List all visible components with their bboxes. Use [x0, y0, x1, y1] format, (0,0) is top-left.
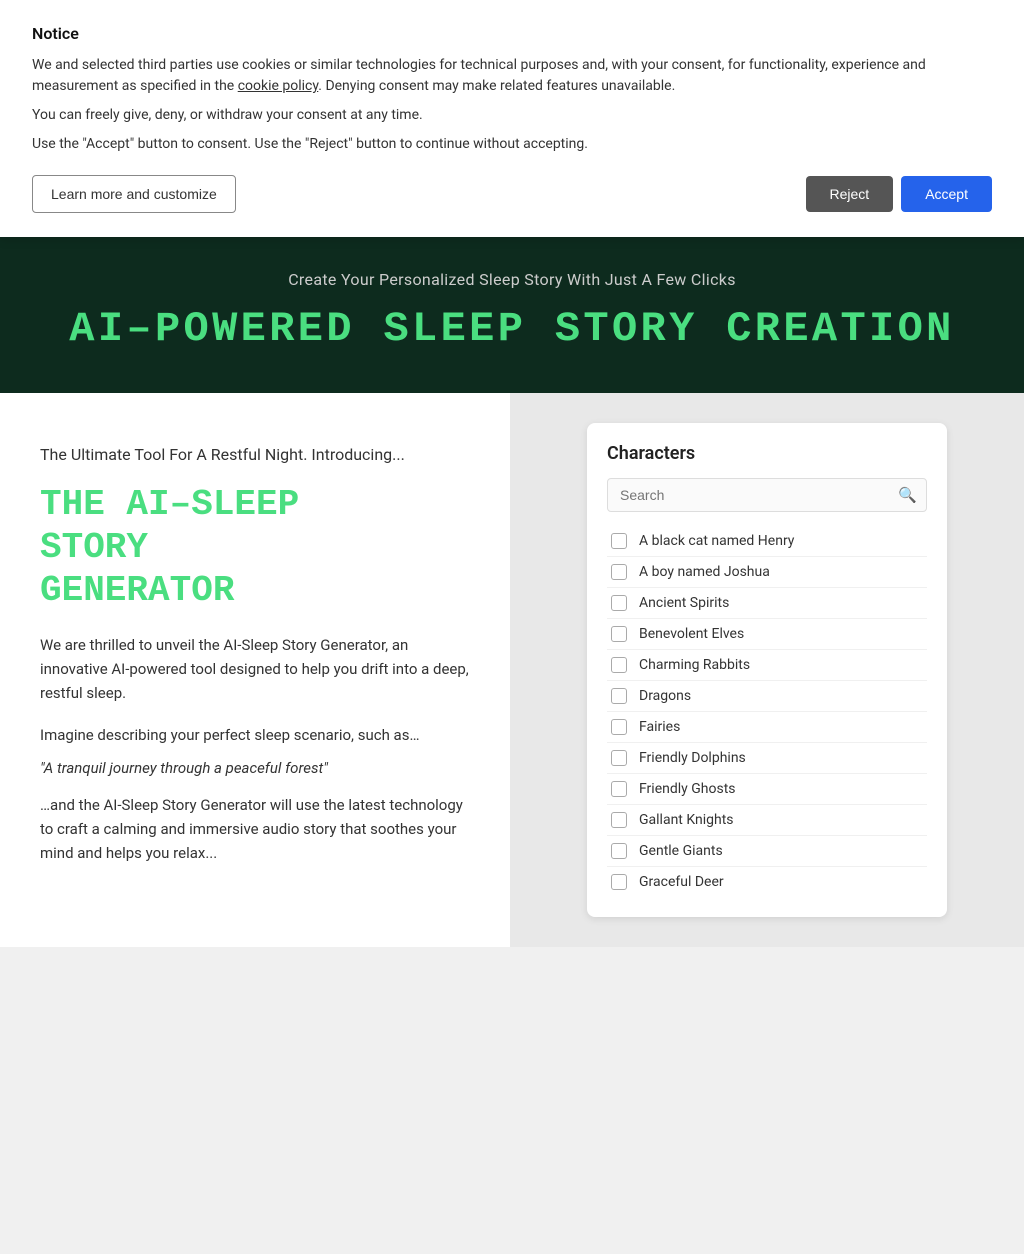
left-panel: The Ultimate Tool For A Restful Night. I…	[0, 393, 510, 947]
character-checkbox[interactable]	[611, 657, 627, 673]
cookie-buttons-row: Learn more and customize Reject Accept	[32, 175, 992, 213]
list-item: Benevolent Elves	[607, 619, 927, 650]
character-checkbox[interactable]	[611, 812, 627, 828]
left-panel-quote: "A tranquil journey through a peaceful f…	[40, 759, 470, 777]
characters-title: Characters	[607, 443, 927, 464]
search-container: 🔍	[607, 478, 927, 512]
character-label: Benevolent Elves	[639, 626, 744, 642]
accept-button[interactable]: Accept	[901, 176, 992, 212]
character-checkbox[interactable]	[611, 750, 627, 766]
list-item: Graceful Deer	[607, 867, 927, 897]
search-input[interactable]	[607, 478, 927, 512]
left-panel-imagine: Imagine describing your perfect sleep sc…	[40, 723, 470, 747]
character-checkbox[interactable]	[611, 843, 627, 859]
character-checkbox[interactable]	[611, 533, 627, 549]
page-content: Create Your Personalized Sleep Story Wit…	[0, 230, 1024, 947]
hero-section: Create Your Personalized Sleep Story Wit…	[0, 230, 1024, 393]
character-label: Gentle Giants	[639, 843, 723, 859]
character-label: Gallant Knights	[639, 812, 734, 828]
character-label: A boy named Joshua	[639, 564, 770, 580]
list-item: Gentle Giants	[607, 836, 927, 867]
list-item: Fairies	[607, 712, 927, 743]
list-item: Charming Rabbits	[607, 650, 927, 681]
cookie-notice-title: Notice	[32, 24, 992, 43]
cookie-notice: Notice We and selected third parties use…	[0, 0, 1024, 237]
search-icon: 🔍	[898, 486, 917, 504]
character-label: Graceful Deer	[639, 874, 724, 890]
list-item: Gallant Knights	[607, 805, 927, 836]
list-item: Friendly Dolphins	[607, 743, 927, 774]
learn-more-button[interactable]: Learn more and customize	[32, 175, 236, 213]
cookie-policy-link[interactable]: cookie policy	[238, 78, 319, 94]
list-item: Dragons	[607, 681, 927, 712]
hero-title: AI–POWERED SLEEP STORY CREATION	[20, 305, 1004, 353]
character-checkbox[interactable]	[611, 626, 627, 642]
character-checkbox[interactable]	[611, 595, 627, 611]
character-checkbox[interactable]	[611, 564, 627, 580]
list-item: Ancient Spirits	[607, 588, 927, 619]
cookie-notice-body: We and selected third parties use cookie…	[32, 55, 992, 97]
hero-subtitle: Create Your Personalized Sleep Story Wit…	[20, 270, 1004, 289]
character-label: Charming Rabbits	[639, 657, 750, 673]
left-panel-intro: The Ultimate Tool For A Restful Night. I…	[40, 443, 470, 467]
cookie-text-line3: You can freely give, deny, or withdraw y…	[32, 105, 992, 126]
character-label: Friendly Ghosts	[639, 781, 736, 797]
character-label: Fairies	[639, 719, 680, 735]
left-panel-title: THE AI–SLEEPSTORYGENERATOR	[40, 483, 470, 613]
left-panel-desc1: We are thrilled to unveil the AI-Sleep S…	[40, 633, 470, 705]
left-panel-tech: …and the AI-Sleep Story Generator will u…	[40, 793, 470, 865]
character-label: Dragons	[639, 688, 691, 704]
list-item: A boy named Joshua	[607, 557, 927, 588]
reject-button[interactable]: Reject	[806, 176, 894, 212]
character-checkbox[interactable]	[611, 688, 627, 704]
cookie-accept-reject-buttons: Reject Accept	[806, 176, 993, 212]
characters-list: A black cat named Henry A boy named Joshu…	[607, 526, 927, 897]
character-checkbox[interactable]	[611, 874, 627, 890]
list-item: Friendly Ghosts	[607, 774, 927, 805]
cookie-text-part2: . Denying consent may make related featu…	[318, 78, 675, 94]
cookie-text-line4: Use the "Accept" button to consent. Use …	[32, 134, 992, 155]
right-panel: Characters 🔍 A black cat named Henry A bo…	[510, 393, 1024, 947]
characters-card: Characters 🔍 A black cat named Henry A bo…	[587, 423, 947, 917]
character-label: A black cat named Henry	[639, 533, 794, 549]
character-checkbox[interactable]	[611, 781, 627, 797]
character-label: Friendly Dolphins	[639, 750, 746, 766]
character-label: Ancient Spirits	[639, 595, 729, 611]
list-item: A black cat named Henry	[607, 526, 927, 557]
body-section: The Ultimate Tool For A Restful Night. I…	[0, 393, 1024, 947]
character-checkbox[interactable]	[611, 719, 627, 735]
